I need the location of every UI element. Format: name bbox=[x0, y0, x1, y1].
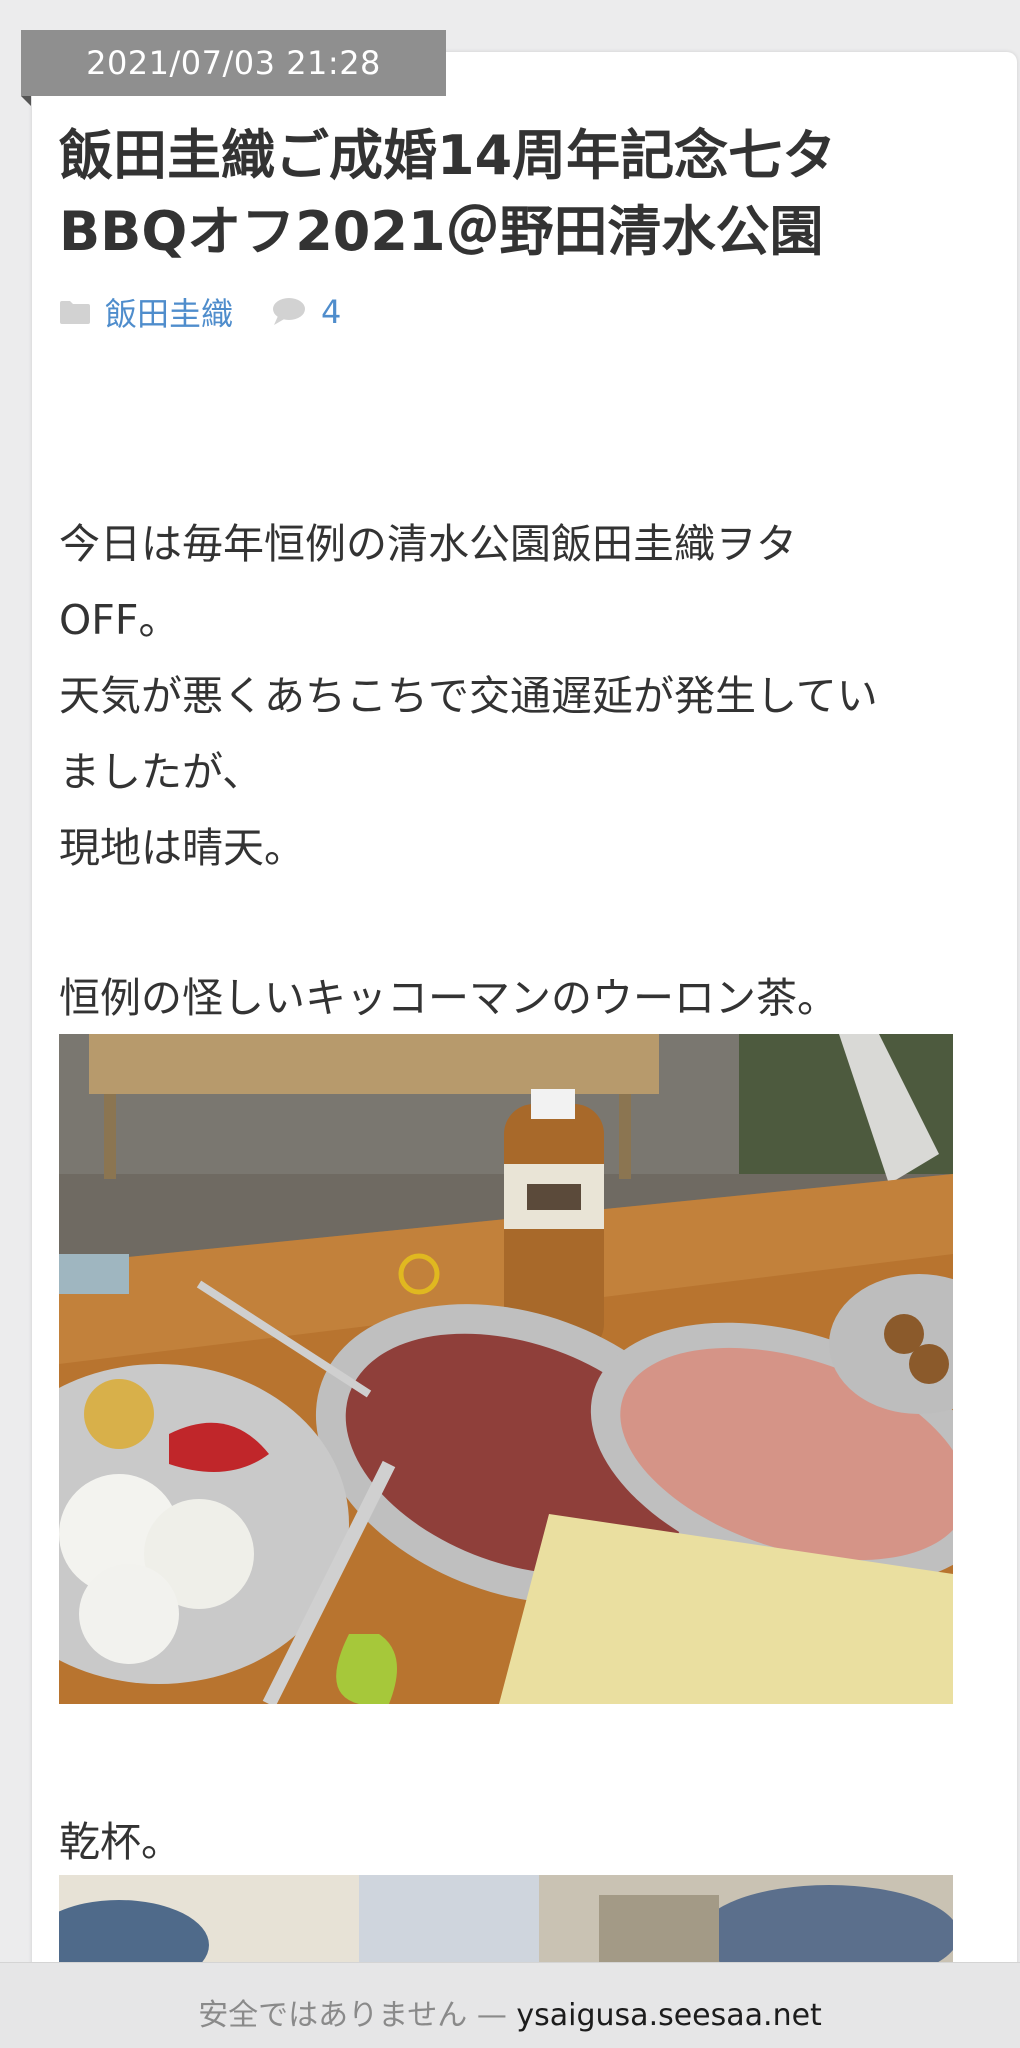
paragraph-line: ましたが、 bbox=[59, 748, 264, 796]
comment-count-link[interactable]: 4 bbox=[321, 293, 341, 331]
url-separator: — bbox=[476, 1998, 507, 2033]
article-paragraph-3: 乾杯。 bbox=[59, 1818, 182, 1866]
paragraph-line: 現地は晴天。 bbox=[59, 824, 305, 872]
post-title-line-1: 飯田圭織ご成婚14周年記念七タ bbox=[59, 124, 837, 187]
paragraph-line: OFF。 bbox=[59, 596, 180, 644]
bbq-table-photo[interactable] bbox=[59, 1034, 953, 1704]
article-paragraph-2: 恒例の怪しいキッコーマンのウーロン茶。 bbox=[59, 974, 838, 1022]
article-paragraph-1: 今日は毎年恒例の清水公園飯田圭織ヲタ OFF。 天気が悪くあちこちで交通遅延が発… bbox=[59, 506, 979, 886]
post-title[interactable]: 飯田圭織ご成婚14周年記念七タ BBQオフ2021＠野田清水公園 bbox=[59, 118, 959, 270]
browser-url-bar[interactable]: 安全ではありません — ysaigusa.seesaa.net bbox=[0, 1962, 1020, 2048]
folder-icon bbox=[60, 301, 90, 324]
security-warning-label: 安全ではありません bbox=[198, 1998, 468, 2033]
date-badge-fold bbox=[21, 96, 31, 106]
post-title-line-2: BBQオフ2021＠野田清水公園 bbox=[59, 200, 824, 263]
post-meta: 飯田圭織 4 bbox=[59, 288, 341, 336]
comment-icon bbox=[273, 298, 306, 325]
post-date-badge: 2021/07/03 21:28 bbox=[21, 30, 446, 96]
toast-photo[interactable] bbox=[59, 1875, 953, 1965]
category-link[interactable]: 飯田圭織 bbox=[105, 289, 233, 335]
paragraph-line: 今日は毎年恒例の清水公園飯田圭織ヲタ bbox=[59, 520, 797, 568]
page: 2021/07/03 21:28 飯田圭織ご成婚14周年記念七タ BBQオフ20… bbox=[0, 0, 1020, 2048]
paragraph-line: 天気が悪くあちこちで交通遅延が発生してい bbox=[59, 672, 878, 720]
url-domain: ysaigusa.seesaa.net bbox=[516, 1998, 822, 2033]
